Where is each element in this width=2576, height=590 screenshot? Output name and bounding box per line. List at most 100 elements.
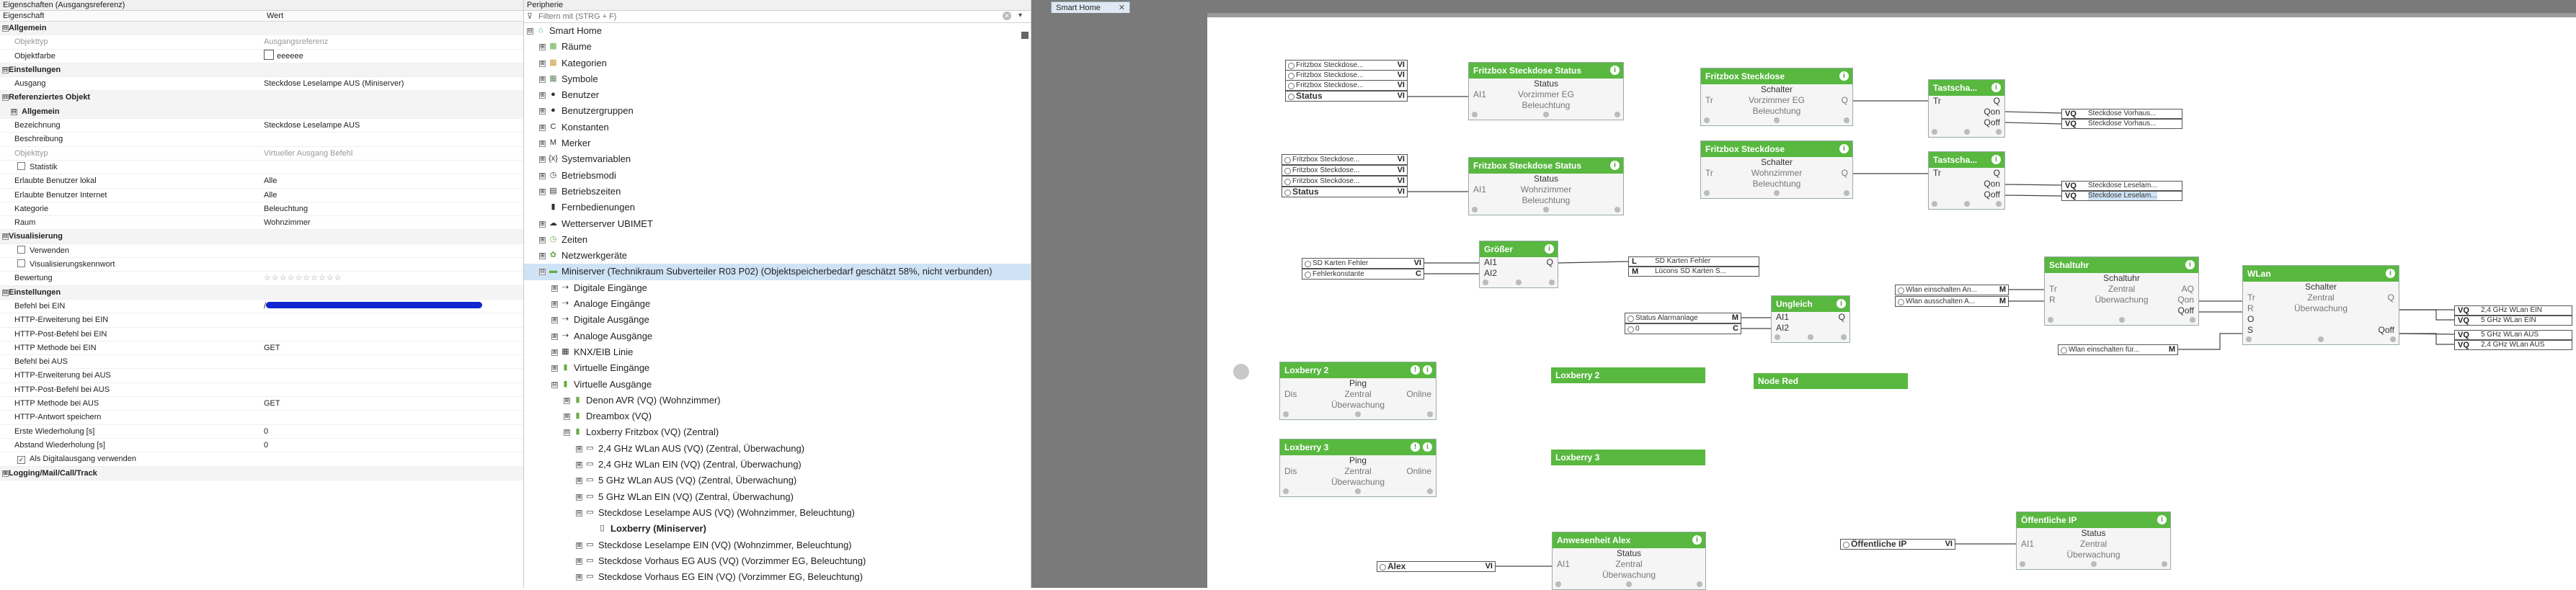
tree-item[interactable]: ⊞ ▮ Dreambox (VQ) <box>524 408 1031 424</box>
parameter-pin[interactable] <box>2048 317 2053 323</box>
expand-icon[interactable]: ⊞ <box>576 542 582 549</box>
expand-icon[interactable]: ⊞ <box>551 333 558 340</box>
color-swatch[interactable] <box>264 49 274 60</box>
property-row[interactable]: ⊟ Allgemein <box>0 22 523 36</box>
property-row[interactable]: Objekttyp Ausgangsreferenz <box>0 35 523 50</box>
property-row[interactable]: Befehl bei EIN / <box>0 300 523 314</box>
block-title[interactable]: Öffentliche IP i <box>2017 512 2170 528</box>
property-row[interactable]: ✓ Als Digitalausgang verwenden <box>0 452 523 467</box>
tree-item[interactable]: ⊞ ● Benutzer <box>524 87 1031 103</box>
input-reference[interactable]: Wlan einschalten An... M <box>1895 285 2009 295</box>
property-row[interactable]: Ausgang Steckdose Leselampe AUS (Miniserv… <box>0 77 523 91</box>
collapsed-block[interactable]: Node Red <box>1754 373 1908 389</box>
tree-item[interactable]: ⊞ ◷ Betriebsmodi <box>524 168 1031 184</box>
info-icon[interactable]: i <box>1545 244 1554 254</box>
output-pin-label[interactable]: Qoff <box>1984 189 2000 200</box>
expand-icon[interactable]: ⊞ <box>539 140 546 148</box>
parameter-pin[interactable] <box>1844 117 1849 123</box>
property-row[interactable]: HTTP-Post-Befehl bei EIN <box>0 328 523 341</box>
function-block-fsd2[interactable]: Fritzbox Steckdose Status i Status AI1 Wohnz… <box>1468 157 1624 215</box>
tree-item[interactable]: ⊞ ▦ Symbole <box>524 71 1031 87</box>
input-pin-label[interactable]: AI2 <box>1484 268 1497 279</box>
input-reference[interactable]: Fritzbox Steckdose... VI <box>1282 165 1408 176</box>
parameter-pin[interactable] <box>1355 488 1361 494</box>
parameter-pin[interactable] <box>2118 317 2125 323</box>
output-reference[interactable]: VQ 5 GHz WLan EIN <box>2454 316 2572 326</box>
tree-item[interactable]: ⊞ ▮ Virtuelle Eingänge <box>524 360 1031 376</box>
input-reference[interactable]: Alex VI <box>1377 561 1496 572</box>
property-row[interactable]: Bewertung ☆☆☆☆☆☆☆☆☆☆ <box>0 272 523 286</box>
expand-icon[interactable]: ⊞ <box>576 462 582 469</box>
filter-dropdown-icon[interactable]: ▾ <box>1018 12 1022 19</box>
function-block-lb2[interactable]: Loxberry 2 i! Ping Dis Zentral Online Überwach… <box>1279 362 1436 420</box>
expand-icon[interactable]: ⊞ <box>576 478 582 485</box>
output-pin-label[interactable]: Qoff <box>2379 325 2394 336</box>
property-row[interactable]: Erlaubte Benutzer lokal Alle <box>0 174 523 189</box>
checkbox[interactable]: ✓ <box>17 456 25 465</box>
expand-icon[interactable]: ⊞ <box>2 470 9 477</box>
output-reference[interactable]: VQ 2,4 GHz WLan EIN <box>2454 305 2572 316</box>
function-block-aa[interactable]: Anwesenheit Alex i Status AI1 Zentral Überwac… <box>1552 532 1706 590</box>
parameter-pin[interactable] <box>1555 581 1561 587</box>
tree-item[interactable]: ⊞ ▭ Steckdose Leselampe EIN (VQ) (Wohnzimm… <box>524 537 1031 553</box>
output-pin-label[interactable]: Q <box>1994 96 2000 107</box>
output-pin-label[interactable]: Qon <box>1984 107 2000 117</box>
function-block-oip[interactable]: Öffentliche IP i Status AI1 Zentral Überwachu… <box>2016 511 2171 570</box>
output-pin-label[interactable]: Qoff <box>1984 117 2000 128</box>
function-block-su[interactable]: Schaltuhr i Schaltuhr Tr Zentral AQ R Überwachu… <box>2044 256 2199 326</box>
input-pin-label[interactable]: AI1 <box>1776 312 1789 323</box>
parameter-pin[interactable] <box>2162 561 2167 567</box>
tree-item[interactable]: ▯ Loxberry (Miniserver) <box>524 521 1031 537</box>
parameter-pin[interactable] <box>1774 190 1780 196</box>
expand-icon[interactable]: ⊞ <box>539 60 546 67</box>
block-title[interactable]: Ungleich i <box>1772 296 1849 312</box>
tree-item[interactable]: ⊞ ▭ 5 GHz WLan AUS (VQ) (Zentral, Überwach… <box>524 473 1031 488</box>
tab-smart-home[interactable]: Smart Home ✕ <box>1051 1 1130 13</box>
property-value[interactable]: GET <box>264 341 280 354</box>
property-value[interactable]: Steckdose Leselampe AUS (Miniserver) <box>264 77 404 90</box>
collapse-icon[interactable]: ⊟ <box>2 289 9 296</box>
output-pin-label[interactable]: AQ <box>2182 284 2194 295</box>
expand-icon[interactable]: ⊞ <box>551 349 558 356</box>
input-reference[interactable]: Status Alarmanlage M <box>1625 313 1741 323</box>
property-value[interactable]: Steckdose Leselampe AUS <box>264 119 360 132</box>
tab-close-icon[interactable]: ✕ <box>1119 2 1125 14</box>
input-reference[interactable]: Fritzbox Steckdose... VI <box>1285 60 1408 71</box>
expand-icon[interactable]: ⊞ <box>539 172 546 179</box>
block-title[interactable]: Loxberry 2 i! <box>1280 362 1436 378</box>
tree-item[interactable]: ⊞ C Konstanten <box>524 120 1031 135</box>
expand-icon[interactable]: ⊞ <box>539 108 546 115</box>
checkbox[interactable] <box>17 245 25 254</box>
info-icon[interactable]: i <box>1839 71 1849 81</box>
tree-item[interactable]: ⊞ {x} Systemvariablen <box>524 151 1031 167</box>
input-pin-label[interactable]: R <box>2247 303 2254 314</box>
tree-item[interactable]: ⊞ ▭ 2,4 GHz WLan AUS (VQ) (Zentral, Überwa… <box>524 441 1031 457</box>
input-pin-label[interactable]: Dis <box>1284 389 1297 400</box>
property-value[interactable]: eeeeee <box>264 49 303 63</box>
output-pin-label[interactable]: Qoff <box>2178 305 2194 316</box>
property-row[interactable]: HTTP Methode bei AUS GET <box>0 397 523 411</box>
expand-icon[interactable]: ⊞ <box>551 365 558 372</box>
info-icon[interactable]: i <box>1991 83 2001 92</box>
tree-item[interactable]: ⊞ ⇢ Analoge Ausgänge <box>524 328 1031 344</box>
output-reference[interactable]: VQ 2,4 GHz WLan AUS <box>2454 340 2572 350</box>
tree-item[interactable]: ⊟ ▮ Loxberry Fritzbox (VQ) (Zentral) <box>524 424 1031 440</box>
parameter-pin[interactable] <box>2318 336 2324 342</box>
output-pin-label[interactable]: Q <box>1547 257 1553 268</box>
input-pin-label[interactable]: Tr <box>2247 292 2255 303</box>
property-row[interactable]: Erlaubte Benutzer Internet Alle <box>0 189 523 202</box>
output-reference[interactable]: M Lücons SD Karten S... <box>1628 267 1759 277</box>
property-row[interactable]: Visualisierungskennwort <box>0 258 523 272</box>
block-title[interactable]: Tastscha... i <box>1929 80 2004 96</box>
property-value[interactable]: Wohnzimmer <box>264 216 311 229</box>
property-value[interactable]: Alle <box>264 174 277 187</box>
expand-icon[interactable]: ⊞ <box>539 124 546 131</box>
output-pin-label[interactable]: Q <box>1842 95 1848 106</box>
input-pin-label[interactable]: Tr <box>1933 96 1941 107</box>
output-reference[interactable]: VQ Steckdose Leselam... <box>2061 181 2182 191</box>
property-value[interactable]: / <box>264 300 483 313</box>
tree-item[interactable]: ⊞ ⇢ Analoge Eingänge <box>524 296 1031 312</box>
property-value[interactable]: GET <box>264 397 280 410</box>
property-row[interactable]: ⊟ Allgemein <box>0 104 523 120</box>
input-reference[interactable]: Status VI <box>1282 187 1408 197</box>
